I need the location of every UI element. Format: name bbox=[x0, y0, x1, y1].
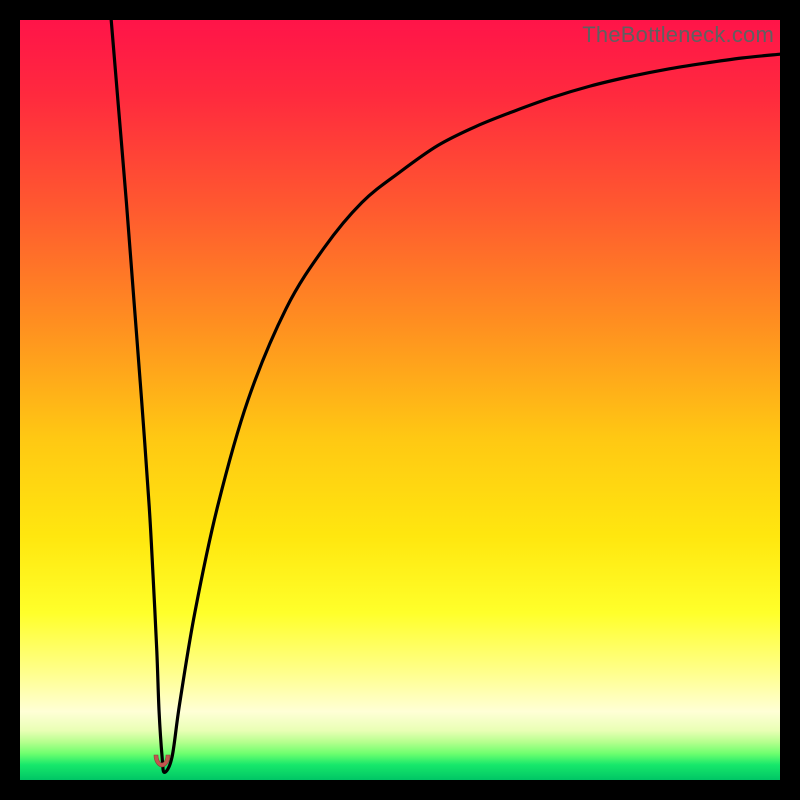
chart-frame: TheBottleneck.com bbox=[20, 20, 780, 780]
bottleneck-curve bbox=[20, 20, 780, 780]
